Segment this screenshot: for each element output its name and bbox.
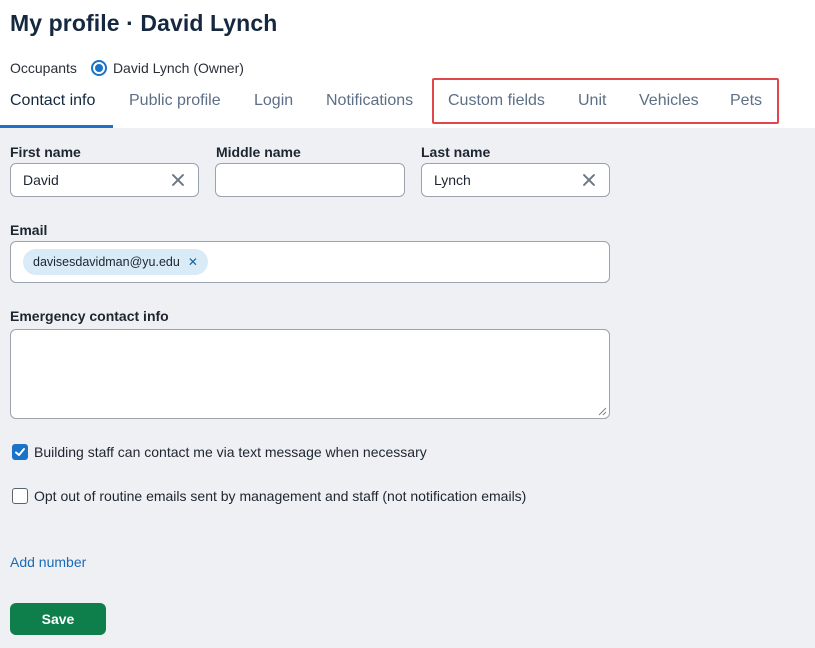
add-number-link[interactable]: Add number: [10, 554, 86, 570]
email-label: Email: [10, 222, 48, 238]
emergency-contact-label: Emergency contact info: [10, 308, 169, 324]
resize-handle-icon[interactable]: [597, 406, 607, 416]
tab-custom-fields[interactable]: Custom fields: [448, 84, 545, 128]
occupant-name[interactable]: David Lynch (Owner): [113, 60, 244, 76]
clear-last-name-icon[interactable]: [581, 172, 597, 188]
text-opt-in-row[interactable]: Building staff can contact me via text m…: [12, 444, 427, 460]
last-name-label: Last name: [421, 144, 491, 160]
clear-first-name-icon[interactable]: [170, 172, 186, 188]
tab-public-profile[interactable]: Public profile: [129, 84, 221, 128]
middle-name-label: Middle name: [216, 144, 301, 160]
profile-tabs: Contact info Public profile Login Notifi…: [0, 84, 815, 128]
occupants-row: Occupants David Lynch (Owner): [10, 58, 244, 78]
email-opt-out-label: Opt out of routine emails sent by manage…: [34, 488, 527, 504]
radio-selected-dot: [94, 64, 103, 72]
last-name-field[interactable]: Lynch: [421, 163, 610, 197]
first-name-field[interactable]: David: [10, 163, 199, 197]
active-tab-indicator: [0, 125, 113, 128]
email-field[interactable]: davisesdavidman@yu.edu ✕: [10, 241, 610, 283]
emergency-contact-textarea[interactable]: [10, 329, 610, 419]
tab-login[interactable]: Login: [254, 84, 293, 128]
email-opt-out-row[interactable]: Opt out of routine emails sent by manage…: [12, 488, 526, 504]
email-chip: davisesdavidman@yu.edu ✕: [23, 249, 208, 275]
page-title: My profile · David Lynch: [10, 10, 278, 36]
last-name-value: Lynch: [434, 172, 471, 188]
occupant-radio[interactable]: [90, 60, 107, 76]
occupants-label: Occupants: [10, 60, 77, 76]
tab-vehicles[interactable]: Vehicles: [639, 84, 699, 128]
tab-pets[interactable]: Pets: [730, 84, 762, 128]
save-button[interactable]: Save: [10, 603, 106, 635]
first-name-value: David: [23, 172, 59, 188]
tab-unit[interactable]: Unit: [578, 84, 606, 128]
tab-contact-info[interactable]: Contact info: [10, 84, 95, 128]
remove-email-icon[interactable]: ✕: [188, 255, 198, 269]
checkmark-icon: [15, 448, 25, 456]
text-opt-in-checkbox[interactable]: [12, 444, 28, 460]
email-chip-text: davisesdavidman@yu.edu: [33, 255, 180, 269]
tab-notifications[interactable]: Notifications: [326, 84, 413, 128]
middle-name-field[interactable]: [215, 163, 405, 197]
first-name-label: First name: [10, 144, 81, 160]
email-opt-out-checkbox[interactable]: [12, 488, 28, 504]
text-opt-in-label: Building staff can contact me via text m…: [34, 444, 427, 460]
